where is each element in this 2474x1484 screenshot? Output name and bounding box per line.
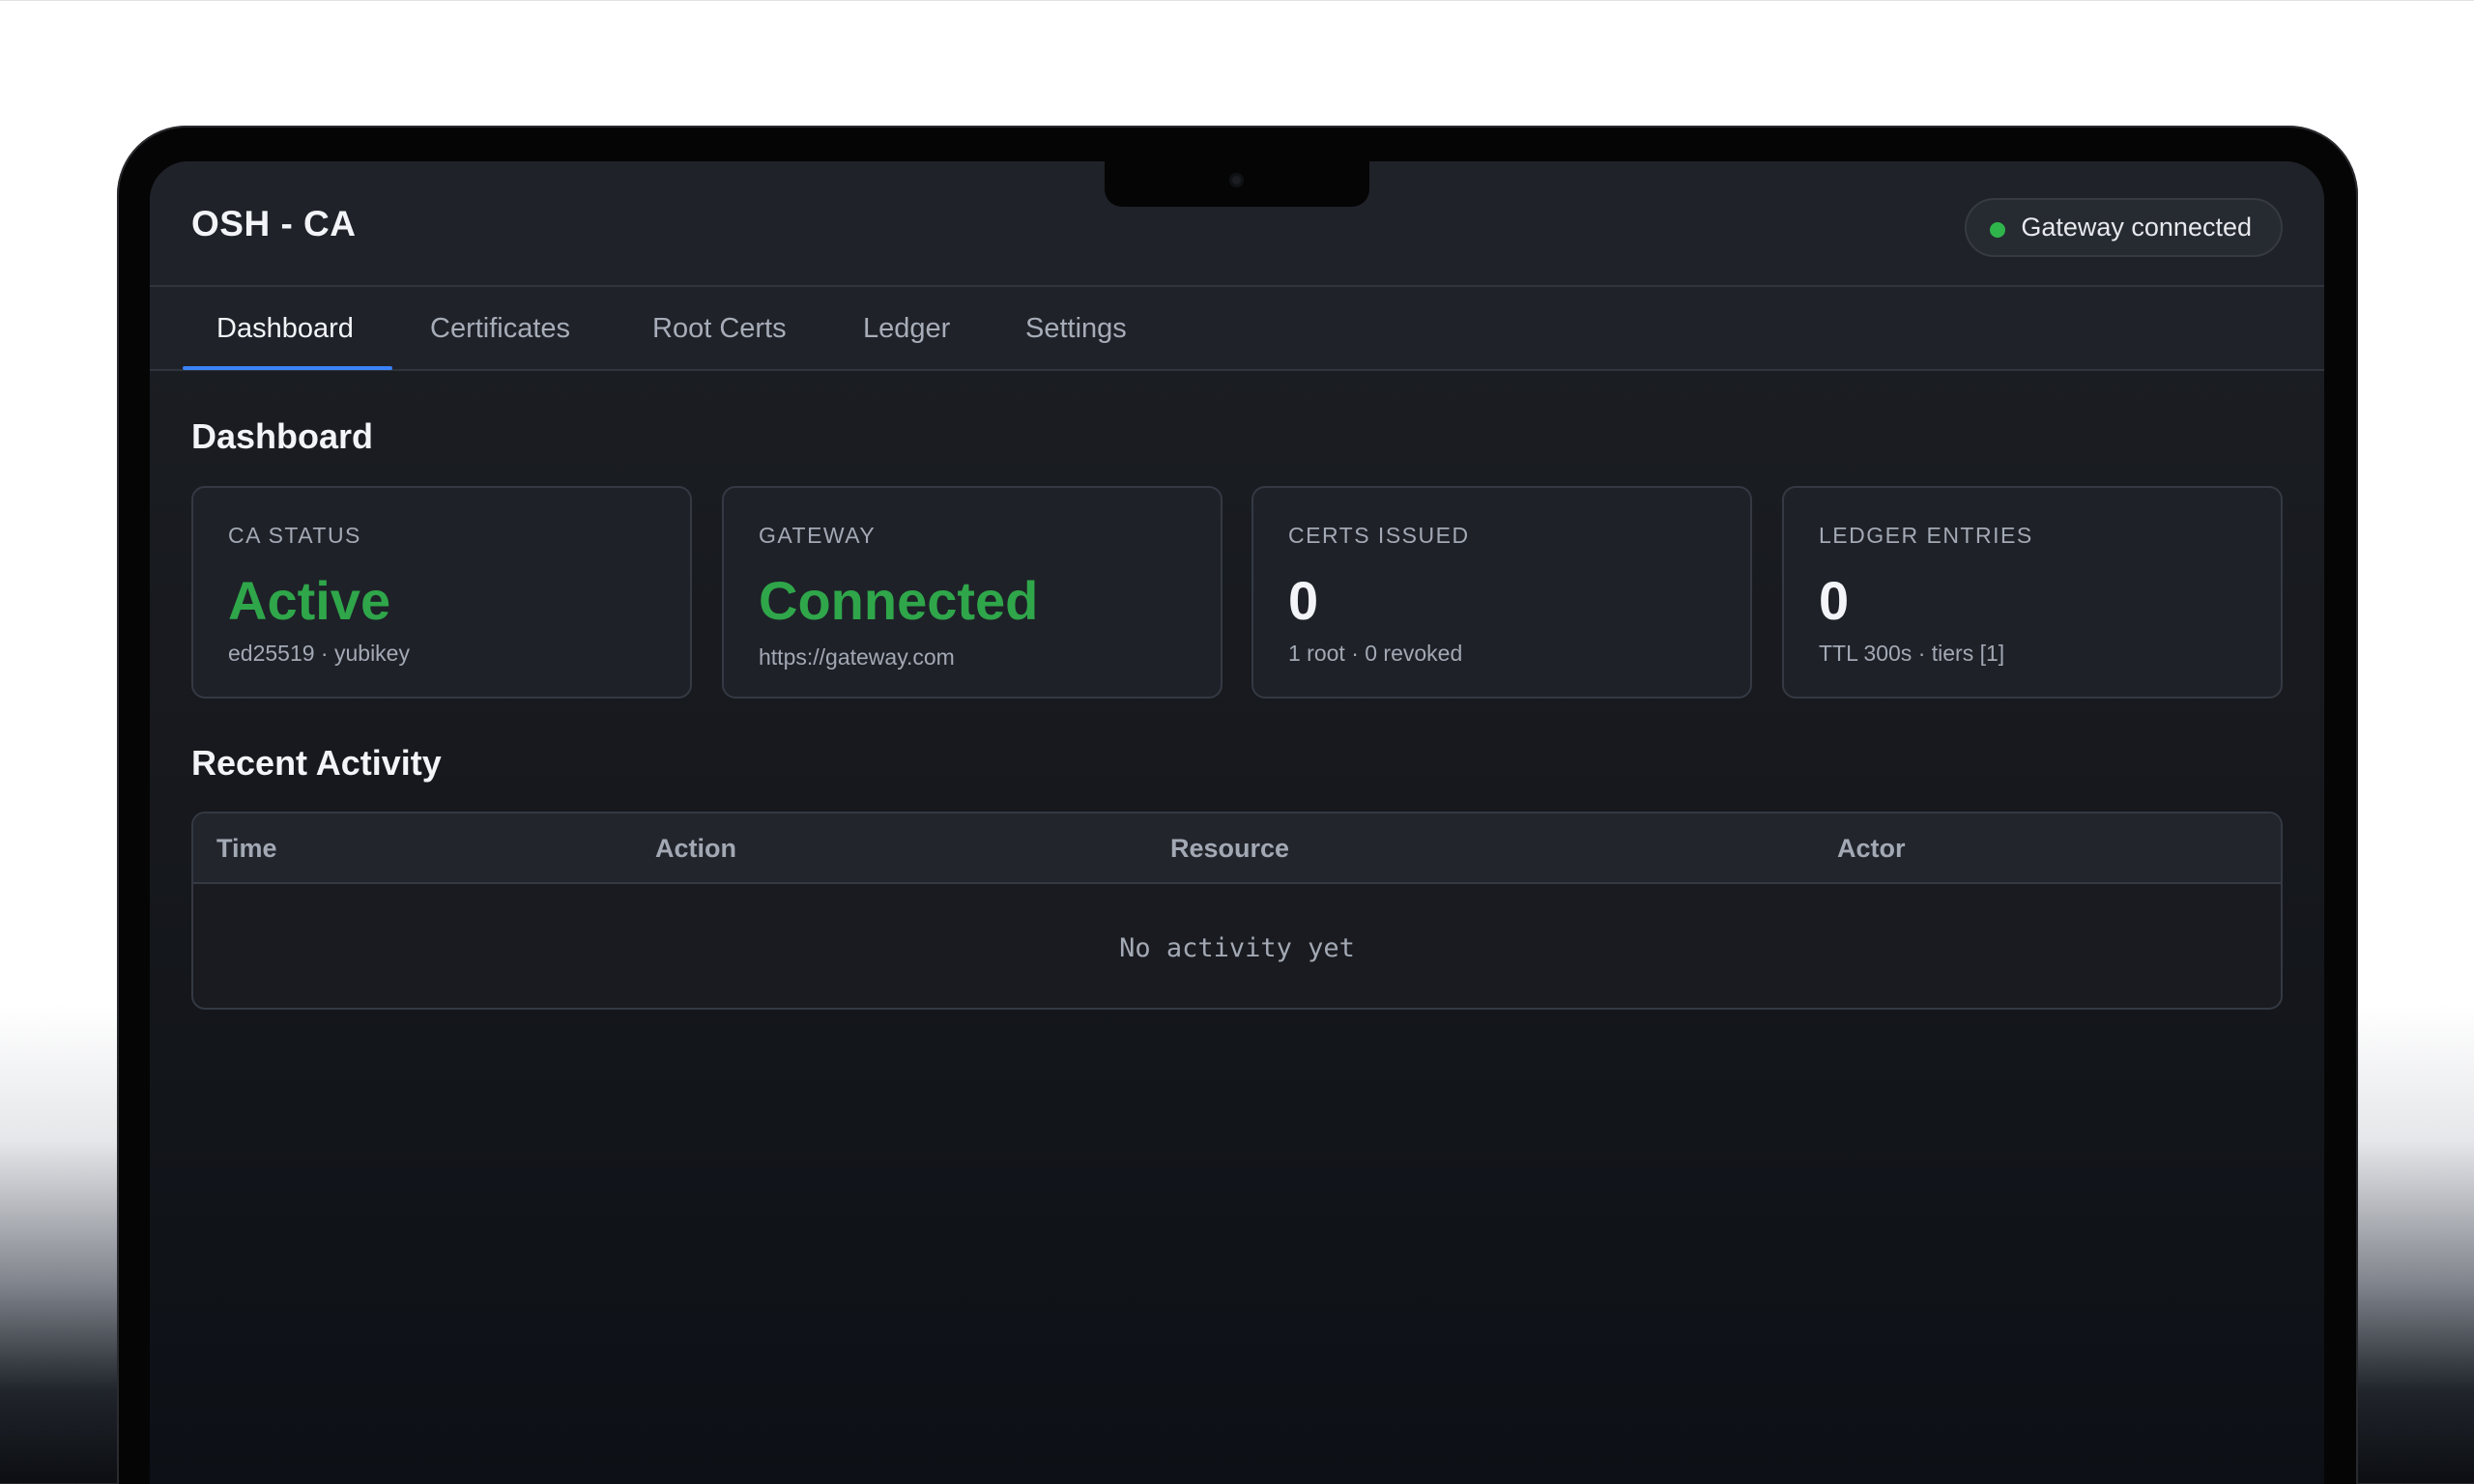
app-title: OSH - CA <box>191 204 357 243</box>
page-title: Dashboard <box>191 416 374 456</box>
stat-card-gateway: GATEWAY Connected https://gateway.com <box>722 486 1223 699</box>
activity-table: Time Action Resource Actor No activity y… <box>191 812 2283 1010</box>
column-header-actor[interactable]: Actor <box>1837 813 1906 884</box>
stat-card-ca-status: CA STATUS Active ed25519 · yubikey <box>191 486 692 699</box>
tab-dashboard[interactable]: Dashboard <box>216 287 354 371</box>
column-header-time[interactable]: Time <box>216 813 277 884</box>
empty-state-text: No activity yet <box>1119 932 1355 963</box>
card-label: CA STATUS <box>228 523 361 548</box>
tab-certificates[interactable]: Certificates <box>430 287 570 371</box>
card-subtext: ed25519 · yubikey <box>228 641 410 666</box>
camera-notch <box>1105 161 1369 207</box>
active-tab-indicator <box>183 366 392 370</box>
app-window: OSH - CA Gateway connected Dashboard Cer… <box>150 161 2324 1484</box>
card-subtext: TTL 300s · tiers [1] <box>1819 641 2005 666</box>
column-header-action[interactable]: Action <box>655 813 736 884</box>
card-value: 0 <box>1819 570 1850 631</box>
card-value: Active <box>228 570 391 631</box>
column-header-resource[interactable]: Resource <box>1170 813 1289 884</box>
card-label: CERTS ISSUED <box>1288 523 1470 548</box>
card-subtext: 1 root · 0 revoked <box>1288 641 1463 666</box>
gateway-status-badge: Gateway connected <box>1965 198 2283 257</box>
status-dot-icon <box>1990 222 2006 238</box>
gateway-url: https://gateway.com <box>759 644 955 670</box>
camera-icon <box>1229 173 1244 187</box>
gateway-status-text: Gateway connected <box>2021 213 2252 242</box>
card-value: Connected <box>759 570 1039 631</box>
card-label: LEDGER ENTRIES <box>1819 523 2033 548</box>
stat-card-certs-issued: CERTS ISSUED 0 1 root · 0 revoked <box>1251 486 1752 699</box>
recent-activity-title: Recent Activity <box>191 743 442 783</box>
tab-bar: Dashboard Certificates Root Certs Ledger… <box>150 287 2324 371</box>
tab-ledger[interactable]: Ledger <box>863 287 950 371</box>
card-label: GATEWAY <box>759 523 877 548</box>
stat-card-ledger-entries: LEDGER ENTRIES 0 TTL 300s · tiers [1] <box>1782 486 2283 699</box>
table-header: Time Action Resource Actor <box>193 813 2281 884</box>
card-value: 0 <box>1288 570 1319 631</box>
tab-settings[interactable]: Settings <box>1025 287 1127 371</box>
tab-root-certs[interactable]: Root Certs <box>652 287 787 371</box>
